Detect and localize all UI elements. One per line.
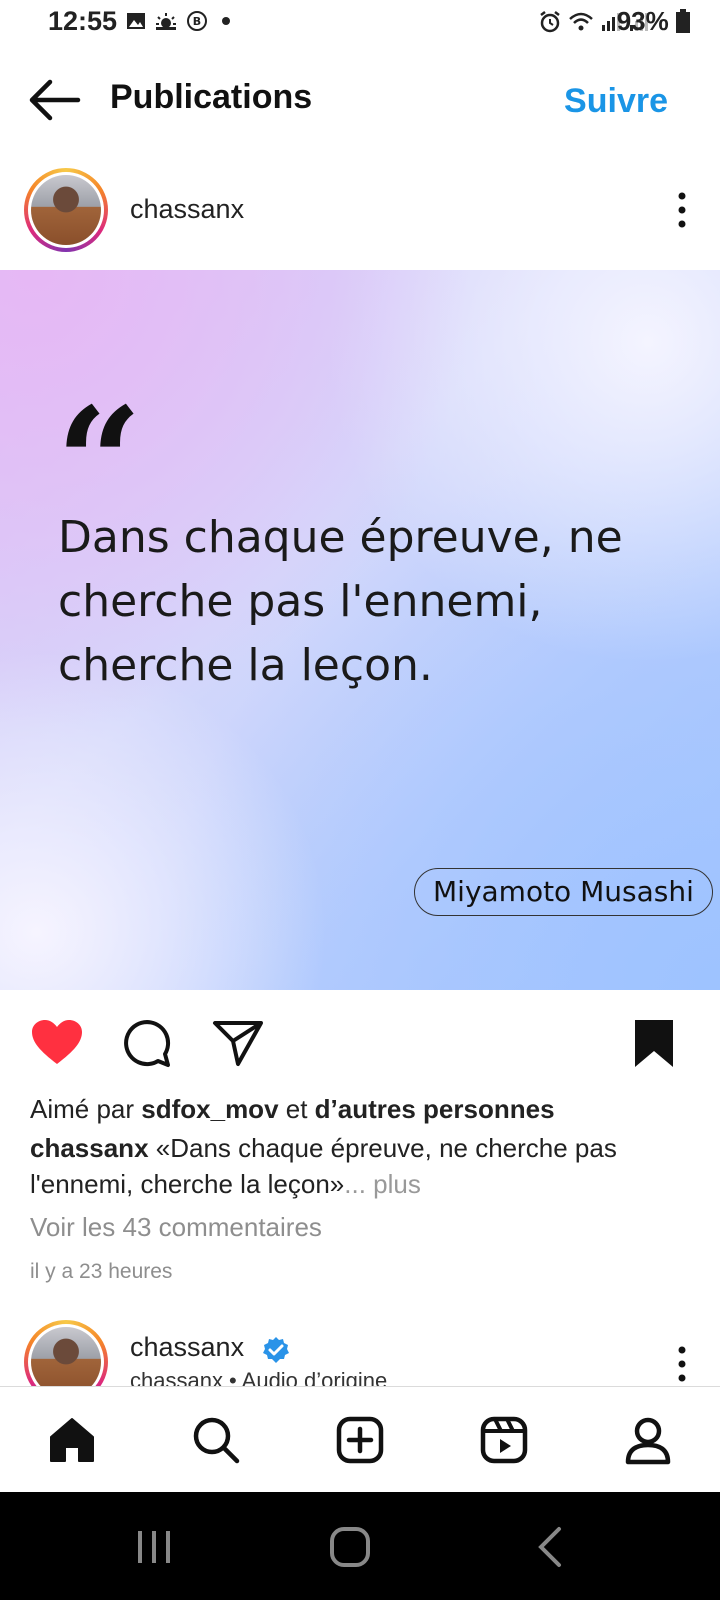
post-options-button[interactable] xyxy=(672,190,692,230)
quote-text: Dans chaque épreuve, ne cherche pas l'en… xyxy=(58,512,623,691)
recent-apps-icon xyxy=(138,1531,170,1563)
likes-others[interactable]: d’autres personnes xyxy=(315,1094,555,1124)
avatar-photo xyxy=(31,175,101,245)
chevron-left-icon xyxy=(538,1527,561,1567)
send-icon xyxy=(213,1021,263,1066)
add-post-icon xyxy=(336,1416,384,1464)
back-system-button[interactable] xyxy=(520,1522,580,1572)
more-vertical-icon xyxy=(678,192,686,228)
post-timestamp: il y a 23 heures xyxy=(30,1260,173,1283)
recent-apps-button[interactable] xyxy=(124,1522,184,1572)
reels-icon xyxy=(480,1416,528,1464)
caption-username[interactable]: chassanx xyxy=(30,1133,149,1163)
save-button[interactable] xyxy=(632,1018,676,1070)
author-badge: Miyamoto Musashi xyxy=(414,868,713,916)
status-bar: 12:55 B 93% xyxy=(0,0,720,46)
caption-more-link[interactable]: ... plus xyxy=(344,1169,421,1199)
post-image[interactable]: “ Dans chaque épreuve, ne cherche pas l'… xyxy=(0,270,720,990)
alarm-icon xyxy=(540,11,560,33)
liker-username[interactable]: sdfox_mov xyxy=(141,1094,278,1124)
b-badge-icon: B xyxy=(187,11,207,31)
post-caption: chassanx «Dans chaque épreuve, ne cherch… xyxy=(30,1130,690,1202)
nav-reels[interactable] xyxy=(468,1404,540,1476)
likes-prefix: Aimé par xyxy=(30,1094,142,1124)
more-vertical-icon xyxy=(678,1346,686,1382)
home-square-icon xyxy=(330,1527,370,1567)
comment-button[interactable] xyxy=(122,1018,172,1068)
bottom-navigation xyxy=(0,1386,720,1493)
profile-icon xyxy=(625,1417,671,1465)
home-icon xyxy=(50,1418,94,1462)
view-comments-link[interactable]: Voir les 43 commentaires xyxy=(30,1212,322,1243)
heart-icon xyxy=(32,1020,82,1064)
nav-create[interactable] xyxy=(324,1404,396,1476)
svg-text:B: B xyxy=(193,15,201,28)
dot-icon xyxy=(222,17,230,25)
page-title: Publications xyxy=(110,78,313,116)
weather-icon xyxy=(156,13,176,30)
system-navigation-bar xyxy=(0,1492,720,1600)
nav-profile[interactable] xyxy=(612,1404,684,1476)
follow-button[interactable]: Suivre xyxy=(564,82,668,121)
avatar[interactable] xyxy=(24,168,108,252)
bookmark-icon xyxy=(635,1020,673,1067)
status-notification-icons: B xyxy=(126,10,232,32)
verified-badge-icon xyxy=(262,1336,290,1364)
share-button[interactable] xyxy=(212,1018,264,1068)
battery-indicator: 93% xyxy=(617,6,690,37)
status-time: 12:55 xyxy=(48,6,118,36)
search-icon xyxy=(193,1417,240,1464)
likes-middle: et xyxy=(278,1094,315,1124)
post-username[interactable]: chassanx xyxy=(130,194,244,225)
arrow-left-icon xyxy=(29,79,81,121)
next-post-username[interactable]: chassanx xyxy=(130,1332,244,1363)
wifi-icon xyxy=(569,12,593,31)
like-button[interactable] xyxy=(30,1018,84,1068)
back-button[interactable] xyxy=(26,76,82,124)
battery-percent: 93% xyxy=(616,6,669,36)
home-system-button[interactable] xyxy=(320,1522,380,1572)
nav-search[interactable] xyxy=(180,1404,252,1476)
gallery-icon xyxy=(127,13,145,29)
likes-summary[interactable]: Aimé par sdfox_mov et d’autres personnes xyxy=(30,1094,690,1125)
next-post-options-button[interactable] xyxy=(672,1344,692,1384)
comment-icon xyxy=(124,1020,171,1067)
battery-icon xyxy=(676,9,690,33)
nav-home[interactable] xyxy=(36,1404,108,1476)
